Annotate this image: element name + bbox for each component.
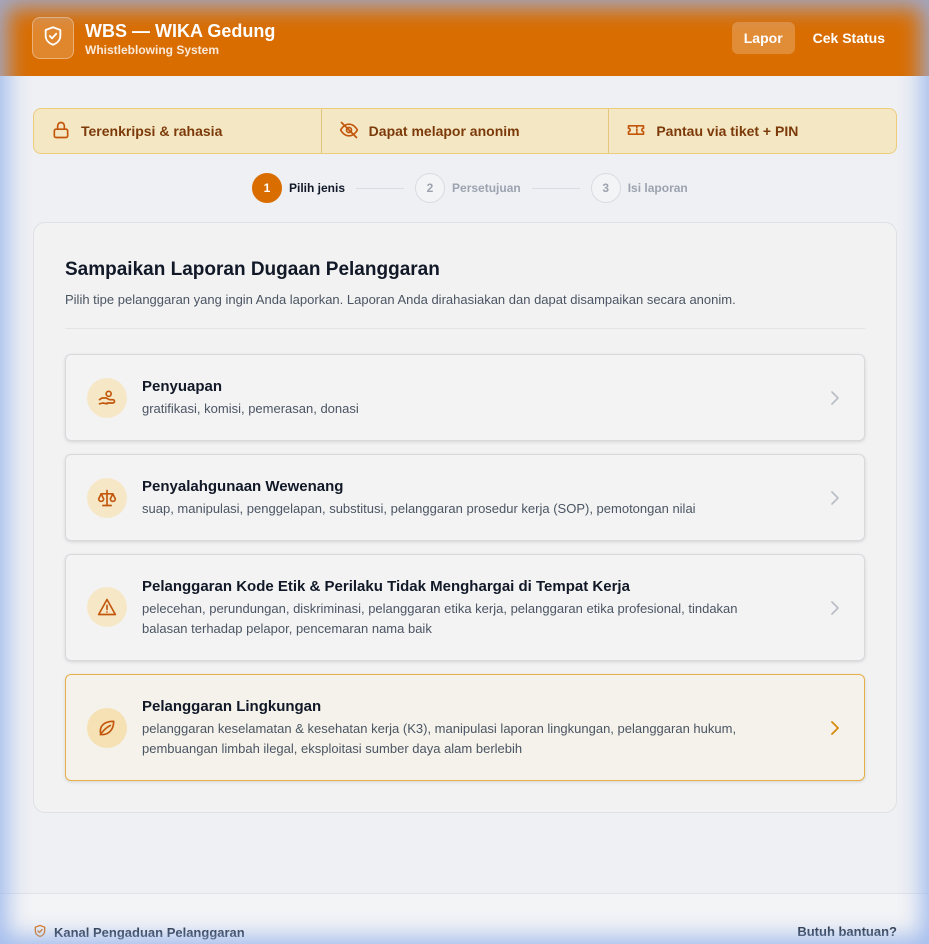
divider xyxy=(65,328,865,329)
chevron-right-icon xyxy=(831,391,839,405)
step-persetujuan[interactable]: 2 Persetujuan xyxy=(415,173,521,203)
option-pelanggaran-lingkungan[interactable]: Pelanggaran Lingkungan pelanggaran kesel… xyxy=(65,674,865,781)
option-title: Penyuapan xyxy=(142,378,223,395)
lock-icon xyxy=(51,120,81,143)
feature-strip: Terenkripsi & rahasia Dapat melapor anon… xyxy=(33,108,897,154)
feature-ticket: Pantau via tiket + PIN xyxy=(609,109,896,153)
chevron-right-icon xyxy=(831,601,839,615)
option-text: Pelanggaran Kode Etik & Perilaku Tidak M… xyxy=(142,577,784,639)
feature-label: Terenkripsi & rahasia xyxy=(81,123,223,139)
report-type-card: Sampaikan Laporan Dugaan Pelanggaran Pil… xyxy=(33,222,897,813)
step-connector xyxy=(531,187,580,189)
option-description: pelanggaran keselamatan & kesehatan kerj… xyxy=(142,721,737,756)
footer: Kanal Pengaduan Pelanggaran Butuh bantua… xyxy=(0,894,929,944)
step-label: Pilih jenis xyxy=(289,181,346,195)
nav-lapor-button[interactable]: Lapor xyxy=(731,22,795,54)
step-number: 2 xyxy=(415,173,446,203)
eye-off-icon xyxy=(339,120,369,143)
feature-encrypted: Terenkripsi & rahasia xyxy=(34,109,322,153)
leaf-icon xyxy=(87,708,127,748)
option-description: gratifikasi, komisi, pemerasan, donasi xyxy=(142,401,359,416)
option-text: Pelanggaran Lingkungan pelanggaran kesel… xyxy=(142,697,784,759)
option-title: Pelanggaran Lingkungan xyxy=(142,698,322,715)
logo[interactable] xyxy=(32,17,74,59)
stepper: 1 Pilih jenis 2 Persetujuan 3 Isi lapora… xyxy=(252,173,688,203)
option-text: Penyalahgunaan Wewenang suap, manipulasi… xyxy=(142,477,784,519)
option-kode-etik[interactable]: Pelanggaran Kode Etik & Perilaku Tidak M… xyxy=(65,554,865,661)
step-label: Isi laporan xyxy=(627,181,688,195)
feature-label: Dapat melapor anonim xyxy=(368,123,520,139)
chevron-right-icon xyxy=(831,721,839,735)
hand-coins-icon xyxy=(87,378,127,418)
app-subtitle: Whistleblowing System xyxy=(85,42,220,57)
step-isi-laporan[interactable]: 3 Isi laporan xyxy=(590,173,688,203)
top-nav: Lapor Cek Status xyxy=(731,22,897,54)
scale-icon xyxy=(87,478,127,518)
step-connector xyxy=(356,187,405,189)
option-text: Penyuapan gratifikasi, komisi, pemerasan… xyxy=(142,377,784,419)
help-link[interactable]: Butuh bantuan? xyxy=(797,924,897,939)
option-title: Pelanggaran Kode Etik & Perilaku Tidak M… xyxy=(142,578,630,595)
step-number: 3 xyxy=(590,173,621,203)
warning-triangle-icon xyxy=(87,587,127,627)
option-description: suap, manipulasi, penggelapan, substitus… xyxy=(142,501,696,516)
step-number: 1 xyxy=(252,173,282,203)
feature-anonymous: Dapat melapor anonim xyxy=(322,109,610,153)
shield-check-icon xyxy=(42,25,64,52)
feature-label: Pantau via tiket + PIN xyxy=(656,123,799,139)
nav-cek-status-button[interactable]: Cek Status xyxy=(801,22,897,54)
app-title: WBS — WIKA Gedung xyxy=(85,20,276,41)
shield-check-icon xyxy=(33,924,54,941)
footer-channel: Kanal Pengaduan Pelanggaran xyxy=(33,924,245,941)
ticket-icon xyxy=(626,120,656,143)
option-penyalahgunaan-wewenang[interactable]: Penyalahgunaan Wewenang suap, manipulasi… xyxy=(65,454,865,541)
option-penyuapan[interactable]: Penyuapan gratifikasi, komisi, pemerasan… xyxy=(65,354,865,441)
chevron-right-icon xyxy=(831,491,839,505)
top-header: WBS — WIKA Gedung Whistleblowing System … xyxy=(0,0,929,76)
page-title: Sampaikan Laporan Dugaan Pelanggaran xyxy=(65,259,440,280)
option-title: Penyalahgunaan Wewenang xyxy=(142,478,344,495)
step-label: Persetujuan xyxy=(452,181,521,195)
page-description: Pilih tipe pelanggaran yang ingin Anda l… xyxy=(65,292,736,307)
brand: WBS — WIKA Gedung Whistleblowing System xyxy=(85,20,275,57)
step-pilih-jenis[interactable]: 1 Pilih jenis xyxy=(252,173,345,203)
option-description: pelecehan, perundungan, diskriminasi, pe… xyxy=(142,601,738,636)
footer-channel-label: Kanal Pengaduan Pelanggaran xyxy=(54,925,245,940)
